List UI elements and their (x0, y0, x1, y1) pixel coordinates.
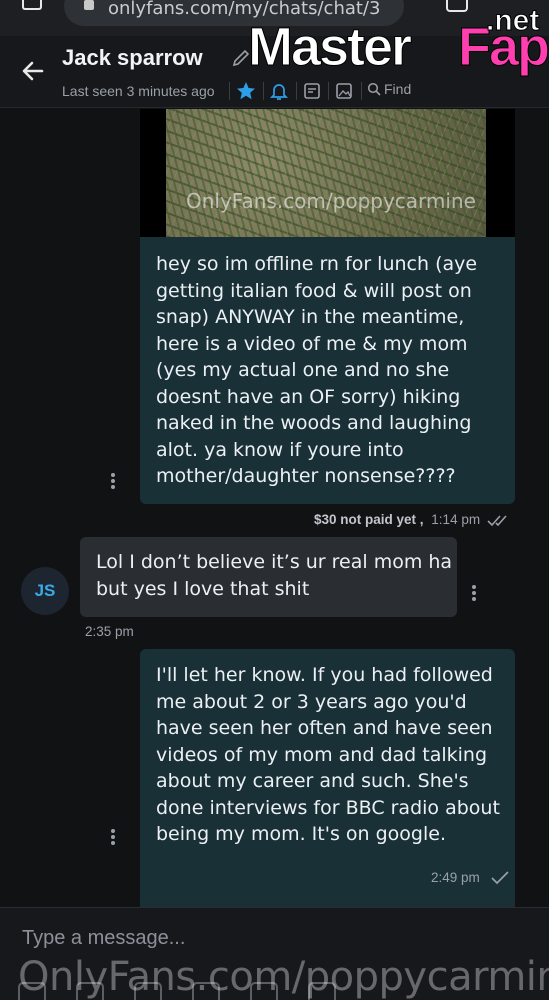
price-status: $30 not paid yet , (314, 512, 424, 527)
divider (328, 82, 329, 100)
voice-icon[interactable] (134, 982, 162, 1000)
media-thumbnail[interactable] (166, 109, 486, 237)
message-line: getting italian food & will post on (156, 279, 472, 302)
outgoing-message[interactable]: hey so im offline rn for lunch (aye gett… (140, 237, 515, 504)
message-line: done interviews for BBC radio about (156, 796, 500, 819)
message-time: 1:14 pm (431, 512, 481, 527)
last-seen-status: Last seen 3 minutes ago (62, 83, 215, 99)
message-line: snap) ANYWAY in the meantime, (156, 306, 465, 328)
message-time: 2:35 pm (85, 624, 134, 639)
message-line: hey so im offline rn for lunch (aye (156, 253, 478, 275)
incoming-message[interactable]: Lol I don’t believe it’s ur real mom ha … (80, 537, 457, 617)
message-line: Lol I don’t believe it’s ur real mom ha (96, 551, 453, 573)
message-options-icon[interactable] (471, 583, 477, 605)
message-line: alot. ya know if youre into (156, 438, 404, 461)
media-attach-icon[interactable] (18, 982, 46, 1000)
message-line: me about 2 or 3 years ago you'd (156, 690, 467, 713)
vault-icon[interactable] (76, 982, 104, 1000)
message-options-icon[interactable] (110, 827, 116, 849)
message-composer (0, 907, 549, 1000)
media-watermark: OnlyFans.com/poppycarmine (186, 189, 476, 213)
avatar[interactable]: JS (21, 567, 69, 615)
price-tag-icon[interactable] (192, 982, 220, 1000)
composer-toolbar (18, 982, 538, 1000)
message-line: videos of my mom and dad talking (156, 743, 488, 766)
message-input[interactable] (0, 908, 549, 968)
notes-icon[interactable] (301, 80, 323, 102)
message-line: but yes I love that shit (96, 577, 310, 600)
text-format-icon[interactable] (308, 982, 336, 1000)
message-line: being my mom. It's on google. (156, 823, 446, 845)
edit-pencil-icon[interactable] (231, 48, 251, 68)
url-text: onlyfans.com/my/chats/chat/3 (108, 0, 381, 19)
back-arrow-icon[interactable] (20, 58, 46, 84)
check-icon (491, 871, 509, 885)
bell-icon[interactable] (268, 80, 290, 102)
find-label: Find (384, 81, 412, 97)
message-media[interactable]: OnlyFans.com/poppycarmine (140, 109, 515, 237)
divider (361, 82, 362, 100)
schedule-icon[interactable] (250, 982, 278, 1000)
message-options-icon[interactable] (110, 471, 116, 493)
message-line: doesnt have an OF sorry) hiking (156, 385, 461, 408)
search-icon (367, 82, 381, 96)
chat-header: Jack sparrow Last seen 3 minutes ago Fin… (0, 36, 549, 108)
double-check-icon (487, 515, 507, 527)
contact-name[interactable]: Jack sparrow (62, 45, 203, 71)
chat-screen: onlyfans.com/my/chats/chat/3 Jack sparro… (0, 0, 549, 1000)
browser-toolbar: onlyfans.com/my/chats/chat/3 (0, 0, 549, 36)
divider (229, 82, 230, 100)
home-tab-icon[interactable] (22, 0, 42, 10)
message-meta: $30 not paid yet , 1:14 pm (314, 512, 480, 527)
divider (296, 82, 297, 100)
lock-icon (84, 0, 94, 10)
message-line: here is a video of me & my mom (156, 332, 468, 355)
message-time: 2:49 pm (431, 870, 480, 885)
tabs-switcher-icon[interactable] (446, 0, 468, 12)
message-line: I'll let her know. If you had followed (156, 664, 493, 686)
find-button[interactable]: Find (367, 81, 411, 97)
message-line: have seen her often and have seen (156, 717, 493, 739)
message-list[interactable]: OnlyFans.com/poppycarmine hey so im offl… (0, 109, 549, 961)
star-icon[interactable] (235, 80, 257, 102)
message-line: (yes my actual one and no she (156, 359, 450, 381)
gallery-icon[interactable] (333, 80, 355, 102)
message-line: mother/daughter nonsense???? (156, 465, 456, 487)
message-line: about my career and such. She's (156, 770, 469, 792)
message-line: naked in the woods and laughing (156, 412, 472, 434)
address-bar[interactable]: onlyfans.com/my/chats/chat/3 (64, 0, 404, 26)
divider (263, 82, 264, 100)
